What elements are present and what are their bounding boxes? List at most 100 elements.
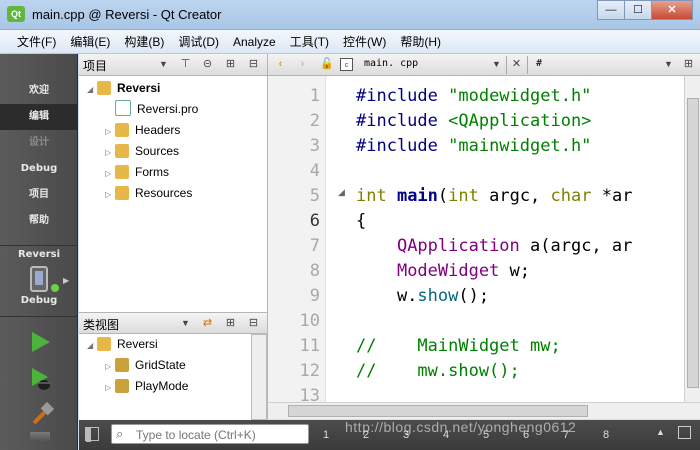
chevron-right-icon[interactable]: ▶ (63, 276, 69, 285)
symbol-selector[interactable]: # (536, 58, 542, 69)
code-token: ( (437, 186, 449, 206)
menu-item[interactable]: 工具(T) (283, 30, 336, 54)
toggle-sidebar-icon[interactable] (85, 427, 99, 442)
collapsed-arrow-icon[interactable]: ▷ (105, 121, 115, 142)
tree-item[interactable]: ◢ Reversi (87, 78, 160, 99)
mode-5[interactable]: 帮助 (0, 208, 78, 234)
menu-item[interactable]: 文件(F) (10, 30, 63, 54)
menu-item[interactable]: Analyze (226, 30, 283, 54)
maximize-button[interactable]: ☐ (624, 0, 652, 20)
divider (0, 316, 78, 317)
mode-1[interactable]: 编辑 (0, 104, 78, 130)
menu-item[interactable]: 调试(D) (171, 30, 226, 54)
run-icon[interactable] (30, 330, 52, 354)
forward-arrow-icon[interactable]: › (296, 58, 309, 71)
expanded-arrow-icon[interactable]: ◢ (87, 79, 97, 100)
close-file-icon[interactable]: ✕ (510, 58, 523, 71)
minimize-button[interactable]: — (597, 0, 625, 20)
tree-item[interactable]: Reversi.pro (105, 99, 198, 120)
collapsed-arrow-icon[interactable]: ▷ (105, 142, 115, 163)
code-line[interactable]: int main(int argc, char *ar (356, 184, 632, 209)
panel-title[interactable]: 类视图 (83, 316, 119, 333)
tree-item-label: Headers (135, 123, 181, 137)
tree-item[interactable]: ◢ Reversi (87, 334, 158, 355)
code-token: show (417, 286, 459, 306)
tree-item-label: Resources (135, 186, 193, 200)
code-token: #include (356, 111, 449, 131)
output-tab[interactable]: 1 (323, 420, 329, 450)
mode-2[interactable]: 设计 (0, 130, 78, 156)
code-token: w. (356, 286, 418, 306)
filter-icon[interactable]: ⊤ (179, 58, 192, 71)
link-icon[interactable]: ⊝ (201, 58, 214, 71)
mode-3[interactable]: Debug (0, 156, 78, 182)
tree-item[interactable]: ▷ GridState (105, 355, 186, 376)
dropdown-arrow-icon[interactable]: ▼ (157, 58, 170, 71)
no-arrow[interactable]: ◢ (87, 335, 97, 356)
collapsed-arrow-icon[interactable]: ▷ (105, 184, 115, 205)
menu-item[interactable]: 控件(W) (336, 30, 393, 54)
horizontal-scrollbar[interactable] (267, 402, 700, 419)
code-line[interactable]: #include "modewidget.h" (356, 84, 591, 109)
target-project-label: Reversi (17, 249, 61, 260)
menu-item[interactable]: 构建(B) (117, 30, 171, 54)
code-token: { (356, 211, 367, 231)
search-icon: ⌕ (116, 426, 124, 441)
code-line[interactable]: QApplication a(argc, ar (356, 234, 632, 259)
code-area[interactable]: #include "modewidget.h" #include <QApplic… (268, 76, 684, 402)
scrollbar[interactable] (251, 334, 267, 420)
editor-toolbar: ‹ › 🔓 c main. cpp ▼ ✕ # ▼ ⊞ (267, 54, 700, 76)
tree-item[interactable]: ▷ Headers (105, 120, 180, 141)
file-dropdown-icon[interactable]: ▼ (490, 58, 503, 71)
split-icon[interactable]: ⊞ (224, 58, 237, 71)
tree-item-label: Reversi (117, 81, 161, 95)
collapsed-arrow-icon[interactable]: ▷ (105, 163, 115, 184)
open-file-name[interactable]: main. cpp (364, 58, 418, 69)
symbol-dropdown-icon[interactable]: ▼ (662, 58, 675, 71)
tree-item-label: Forms (135, 165, 169, 179)
expand-output-icon[interactable]: ▲ (656, 427, 665, 437)
tree-item-label: Sources (135, 144, 180, 158)
split-editor-icon[interactable]: ⊞ (682, 58, 695, 71)
sync-icon[interactable]: ⇄ (201, 317, 214, 330)
split-icon[interactable]: ⊞ (224, 317, 237, 330)
divider (527, 56, 528, 74)
toggle-output-icon[interactable] (678, 426, 691, 439)
fold-marker-icon[interactable]: ◢ (338, 187, 345, 198)
close-button[interactable]: ✕ (651, 0, 693, 20)
code-line[interactable]: // mw.show(); (356, 359, 520, 384)
code-line[interactable]: { (356, 209, 366, 234)
menu-item[interactable]: 编辑(E) (63, 30, 117, 54)
mode-4[interactable]: 项目 (0, 182, 78, 208)
output-tab[interactable]: 8 (603, 420, 609, 450)
code-token: a(argc, ar (530, 236, 633, 256)
tree-item[interactable]: ▷ Resources (105, 183, 192, 204)
code-editor[interactable]: 1 2 3 4 5 6 7 8 9 10 11 12 13 #include "modewidget.h… (267, 76, 700, 402)
vertical-scrollbar[interactable] (684, 76, 700, 402)
code-line[interactable]: #include <QApplication> (356, 109, 591, 134)
collapsed-arrow-icon[interactable]: ▷ (105, 377, 115, 398)
close-panel-icon[interactable]: ⊟ (247, 58, 260, 71)
locator-field[interactable]: ⌕ Type to locate (Ctrl+K) (111, 424, 309, 444)
code-token: main (396, 186, 438, 206)
debug-run-icon[interactable] (30, 366, 54, 392)
code-line[interactable]: // MainWidget mw; (356, 334, 561, 359)
mode-0[interactable]: 欢迎 (0, 78, 78, 104)
code-line[interactable]: #include "mainwidget.h" (356, 134, 591, 159)
tree-item[interactable]: ▷ Sources (105, 141, 179, 162)
bottom-icon (30, 432, 50, 442)
pro-file-icon (115, 100, 131, 116)
code-line[interactable]: ModeWidget w; (356, 259, 530, 284)
panel-title[interactable]: 项目 (83, 57, 107, 74)
tree-item[interactable]: ▷ PlayMode (105, 376, 188, 397)
code-line[interactable]: w.show(); (356, 284, 489, 309)
collapsed-arrow-icon[interactable]: ▷ (105, 356, 115, 377)
tree-item[interactable]: ▷ Forms (105, 162, 169, 183)
build-hammer-icon[interactable] (30, 402, 54, 426)
dropdown-arrow-icon[interactable]: ▼ (179, 317, 192, 330)
menu-item[interactable]: 帮助(H) (393, 30, 448, 54)
close-panel-icon[interactable]: ⊟ (247, 317, 260, 330)
back-arrow-icon[interactable]: ‹ (274, 58, 287, 71)
tree-item-label: Reversi.pro (137, 102, 199, 116)
device-icon[interactable] (30, 266, 48, 292)
